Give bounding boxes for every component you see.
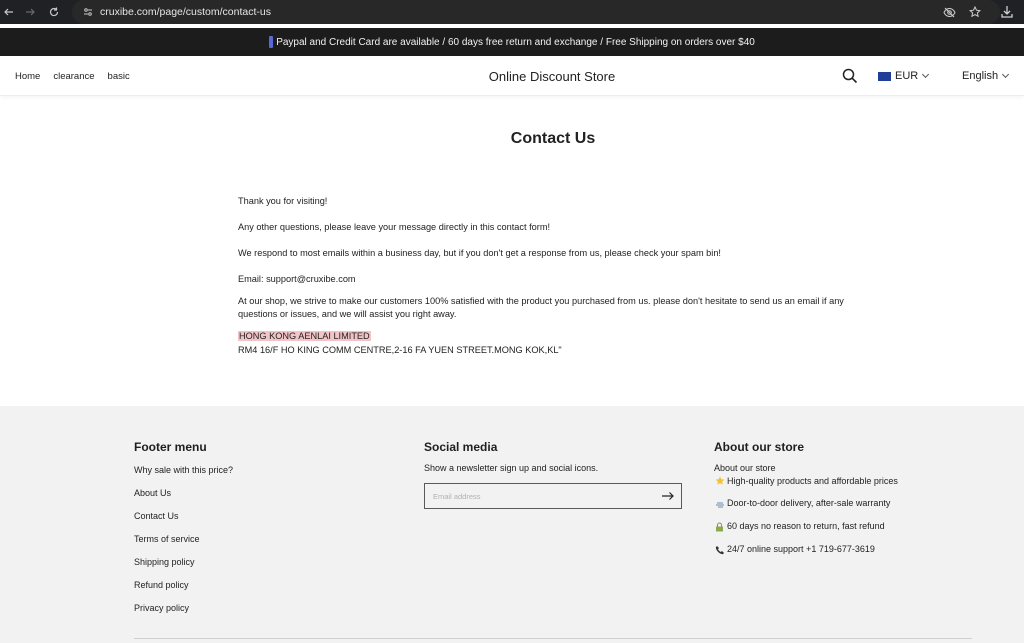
about-item-text: Door-to-door delivery, after-sale warran… [727, 498, 891, 508]
forward-button[interactable] [18, 0, 42, 24]
address-bar[interactable]: cruxibe.com/page/custom/contact-us [72, 0, 1000, 24]
browser-toolbar: cruxibe.com/page/custom/contact-us [0, 0, 1024, 24]
forward-icon [26, 8, 35, 16]
about-item: Door-to-door delivery, after-sale warran… [714, 492, 974, 515]
chevron-down-icon [1002, 70, 1010, 79]
footer-menu: Footer menu Why sale with this price? Ab… [134, 440, 384, 625]
about-item-text: 60 days no reason to return, fast refund [727, 521, 885, 531]
phone-icon [714, 544, 725, 555]
eu-flag-icon [878, 71, 891, 81]
company-name: HONG KONG AENLAI LIMITED [238, 331, 371, 341]
subscribe-button[interactable] [661, 489, 675, 503]
social-description: Show a newsletter sign up and social ico… [424, 463, 599, 473]
email-paragraph: Email: support@cruxibe.com [238, 274, 356, 284]
footer-link-privacy[interactable]: Privacy policy [134, 602, 384, 625]
footer-link-about-us[interactable]: About Us [134, 487, 384, 510]
language-selector[interactable]: English [962, 56, 1010, 96]
footer-divider [134, 638, 972, 639]
footer-link-why-sale[interactable]: Why sale with this price? [134, 464, 384, 487]
paragraph: Any other questions, please leave your m… [238, 222, 551, 232]
chevron-down-icon [922, 70, 930, 79]
company-name-line: HONG KONG AENLAI LIMITED [238, 330, 371, 343]
nav-clearance[interactable]: clearance [53, 71, 94, 82]
site-footer: Footer menu Why sale with this price? Ab… [0, 406, 1024, 643]
currency-selector[interactable]: EUR [878, 56, 930, 96]
about-item-text: High-quality products and affordable pri… [727, 475, 898, 486]
star-icon[interactable] [968, 5, 982, 19]
site-settings-icon[interactable] [78, 7, 98, 17]
star-icon [714, 476, 725, 487]
footer-menu-heading: Footer menu [134, 440, 207, 454]
footer-about: About our store About our store High-qua… [714, 440, 974, 561]
currency-label: EUR [895, 70, 919, 82]
announcement-bar: Paypal and Credit Card are available / 6… [0, 28, 1024, 56]
footer-link-shipping[interactable]: Shipping policy [134, 556, 384, 579]
search-icon [842, 68, 858, 84]
lock-icon [714, 521, 725, 532]
company-address: RM4 16/F HO KING COMM CENTRE,2-16 FA YUE… [238, 345, 562, 355]
footer-link-refund[interactable]: Refund policy [134, 579, 384, 602]
announcement-text: Paypal and Credit Card are available / 6… [276, 36, 755, 48]
footer-social: Social media Show a newsletter sign up a… [424, 440, 684, 509]
nav-basic[interactable]: basic [108, 71, 130, 82]
page-title: Contact Us [510, 130, 596, 147]
url-text[interactable]: cruxibe.com/page/custom/contact-us [100, 6, 271, 18]
reload-button[interactable] [42, 0, 66, 24]
nav-home[interactable]: Home [15, 71, 40, 82]
language-label: English [962, 70, 999, 82]
email-input[interactable] [425, 484, 645, 508]
back-icon [4, 8, 13, 16]
eye-slash-icon[interactable] [942, 5, 956, 19]
about-heading: About our store [714, 440, 804, 454]
site-header: Home clearance basic Online Discount Sto… [0, 56, 1024, 96]
about-item-text: 24/7 online support +1 719-677-3619 [727, 544, 875, 554]
search-button[interactable] [842, 68, 858, 84]
paragraph: Thank you for visiting! [238, 196, 328, 206]
paragraph: We respond to most emails within a busin… [238, 248, 721, 258]
footer-link-terms[interactable]: Terms of service [134, 533, 384, 556]
newsletter-form [424, 483, 682, 509]
main-nav: Home clearance basic [15, 56, 130, 96]
store-logo-wrap: Online Discount Store [0, 56, 1024, 96]
about-item: High-quality products and affordable pri… [714, 474, 974, 488]
delivery-icon [714, 498, 725, 509]
paragraph: At our shop, we strive to make our custo… [238, 296, 844, 319]
download-icon[interactable] [1000, 5, 1014, 19]
back-button[interactable] [0, 0, 18, 24]
social-heading: Social media [424, 440, 498, 454]
announcement-icon [269, 36, 274, 48]
store-name[interactable]: Online Discount Store [489, 69, 615, 84]
about-subtitle: About our store [714, 463, 776, 473]
arrow-right-icon [662, 492, 674, 500]
about-item: 60 days no reason to return, fast refund [714, 515, 974, 538]
reload-icon [49, 7, 59, 17]
about-item: 24/7 online support +1 719-677-3619 [714, 538, 974, 561]
footer-link-contact-us[interactable]: Contact Us [134, 510, 384, 533]
